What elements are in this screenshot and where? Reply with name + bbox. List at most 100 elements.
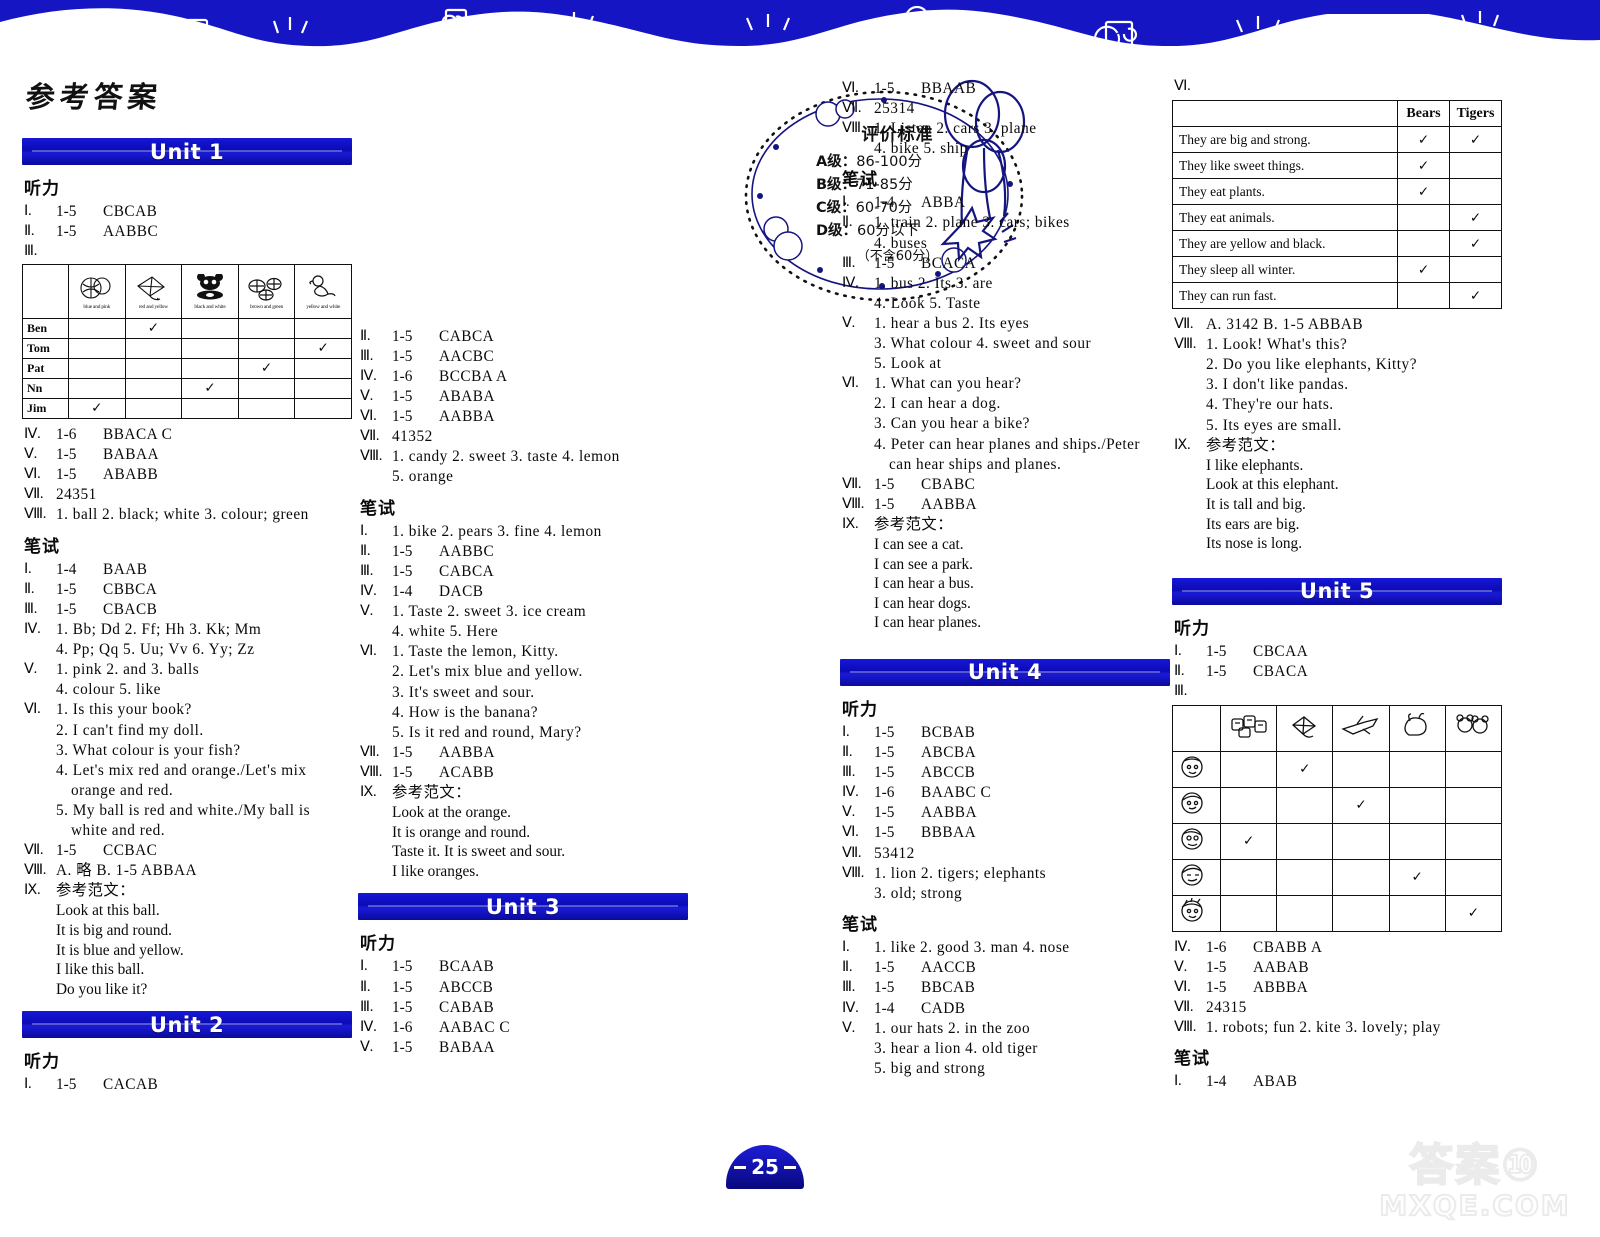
cell [181,317,239,339]
col-header-black-white: black and white [181,263,239,319]
answer-row: Ⅳ. 1-4 CADB [840,999,1170,1019]
answer-row: Ⅰ. 1. bike 2. pears 3. fine 4. lemon [358,522,688,542]
answer-row: Ⅲ. 1-5 BBCAB [840,978,1170,998]
question-number [840,435,874,455]
answer-range: 1-5 [874,824,895,842]
row-name: Jim [22,397,69,419]
answer-row: Ⅷ. 1-5 ACABB [358,763,688,783]
question-number [22,721,56,741]
table-row: Tom ✓ [22,337,352,359]
essay-line: Look at this elephant. [1206,476,1339,494]
answer-row: Ⅰ. 1-4 ABBA [840,193,1170,213]
answer-value: 3. What colour 4. sweet and sour [874,335,1092,353]
answer-text: 1. bike 2. pears 3. fine 4. lemon [392,522,688,542]
answer-text: 1-5 AABBC [56,222,352,242]
unit3-written-answers: Ⅰ. 1-4 ABBA Ⅱ. 1. train 2. plane 3. cars; bi… [840,193,1170,534]
answer-value: 4. They're our hats. [1206,396,1334,414]
cell-tigers [1449,256,1502,284]
answer-row: Ⅴ. 1-5 BABAA [358,1038,688,1058]
essay-line: Its nose is long. [1206,535,1303,553]
answer-value: 1. pink 2. and 3. balls [56,661,200,679]
answer-row: Ⅲ. [1172,682,1502,702]
statement: They eat animals. [1172,204,1398,232]
question-number: Ⅴ. [360,387,373,404]
table-row: ✓ [1172,750,1503,788]
cell-tigers-check: ✓ [1449,204,1502,232]
unit3-listening-answers-cont: Ⅵ. 1-5 BBAAB Ⅶ. 25314 Ⅷ. 1. Listen 2. cars 3. … [840,79,1170,159]
answer-text: 4. bike 5. ship [874,139,1170,159]
answer-row: 3. It's sweet and sour. [358,683,688,703]
question-number: Ⅱ. [842,959,853,976]
answer-value: BCAAB [439,958,495,976]
question-number: Ⅴ. [842,804,855,821]
answer-text: 参考范文： [874,515,1170,535]
question-number: Ⅲ. [360,562,374,579]
cell [124,337,183,359]
answer-row: Ⅵ. 1-5 BBAAB [840,79,1170,99]
answer-row: Ⅲ. 1-5 AACBC [358,347,688,367]
question-number: Ⅳ. [24,621,41,638]
answer-value: BABAA [439,1038,496,1056]
answer-value: 24315 [1206,998,1247,1016]
answer-text: 1-5 BBCAB [874,978,1170,998]
answer-text: 1. Bb; Dd 2. Ff; Hh 3. Kk; Mm [56,620,352,640]
cell-check: ✓ [1219,822,1278,860]
essay-line: I can hear planes. [874,614,982,632]
question-number: Ⅷ. [842,864,865,881]
answer-row: Ⅴ. 1. hear a bus 2. Its eyes [840,314,1170,334]
answer-text: 1-5 CBACB [56,600,352,620]
answer-value: 参考范文： [392,783,471,801]
cell-tigers-check: ✓ [1449,282,1502,310]
unit5-written-answers: Ⅰ. 1-4 ABAB [1172,1072,1502,1092]
table-row: They are yellow and black. ✓ [1172,230,1502,258]
answer-text [1206,682,1502,702]
question-number: Ⅳ. [842,999,859,1016]
answer-range: 1-5 [56,223,77,241]
question-number: Ⅷ. [842,119,865,136]
statement: They eat plants. [1172,178,1398,206]
question-number: Ⅸ. [360,783,377,800]
unit3-label: Unit 3 [485,894,561,919]
answer-text: 1-5 CACAB [56,1075,352,1095]
answer-value: ABABA [439,387,496,405]
answer-row: 4. bike 5. ship [840,139,1170,159]
question-number [358,467,392,487]
column-2: 评价标准 A级：86-100分 B级：71-85分 C级：60-70分 D级：6… [358,52,1026,1058]
question-number: Ⅳ. [360,583,377,600]
answer-row: Ⅰ. 1. like 2. good 3. man 4. nose [840,938,1170,958]
answer-text: 1-5 AABAB [1206,958,1502,978]
essay-line: It is blue and yellow. [56,941,184,959]
answer-text: 1. candy 2. sweet 3. taste 4. lemon [392,447,688,467]
question-number [1172,416,1206,436]
question-number: Ⅷ. [1174,336,1197,353]
answer-value: 1. bus 2. Its 3. are [874,274,993,292]
cell [1219,750,1278,788]
answer-row: Ⅷ. 1. Listen 2. cars 3. plane [840,119,1170,139]
question-number: Ⅱ. [24,223,35,240]
cell-tigers [1449,152,1502,180]
cell [294,357,352,379]
question-number [840,354,874,374]
answer-row: 3. What colour is your fish? [22,741,352,761]
question-number [840,1039,874,1059]
answer-row: Ⅵ. 1. Taste the lemon, Kitty. [358,642,688,662]
answer-text: 1-6 BAABC C [874,783,1170,803]
table-row: Ben ✓ [22,317,352,339]
answer-range: 1-5 [874,475,895,493]
answer-text: 1-5 BBAAB [874,79,1170,99]
answer-value: 1. What can you hear? [874,375,1022,393]
answer-value: 3. What colour is your fish? [56,741,241,759]
question-number [358,723,392,743]
answer-value: 53412 [874,844,915,862]
col-header-plane [1332,704,1390,752]
answer-range: 1-5 [874,764,895,782]
answer-value: CBABC [921,475,976,493]
question-number: Ⅶ. [360,743,380,760]
answer-text: orange and red. [56,781,352,801]
answer-row: Ⅲ. 1-5 CBACB [22,600,352,620]
answer-value: 3. hear a lion 4. old tiger [874,1039,1038,1057]
answer-text: 1-5 CBBCA [56,580,352,600]
answer-row: Ⅴ. 1. our hats 2. in the zoo [840,1019,1170,1039]
answer-row: Ⅶ. 24315 [1172,998,1502,1018]
answer-text: 1-4 CADB [874,999,1170,1019]
